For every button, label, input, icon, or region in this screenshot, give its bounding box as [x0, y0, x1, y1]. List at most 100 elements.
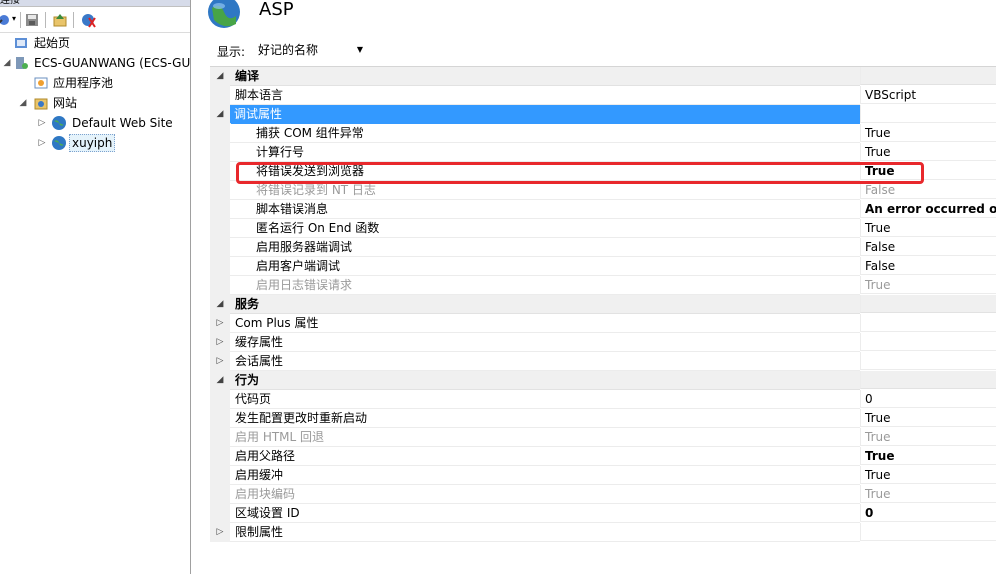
grid-property-name: 区域设置 ID: [235, 506, 300, 520]
grid-name-cell[interactable]: 启用服务器端调试: [210, 238, 860, 257]
grid-property-value[interactable]: VBScript: [860, 86, 996, 104]
grid-name-cell[interactable]: 启用 HTML 回退: [210, 428, 860, 447]
grid-group-row[interactable]: ▷ 会话属性: [210, 352, 996, 371]
grid-name-cell[interactable]: 捕获 COM 组件异常: [210, 124, 860, 143]
grid-name-cell[interactable]: 启用块编码: [210, 485, 860, 504]
grid-expander[interactable]: ◢: [210, 371, 230, 390]
server-icon: [16, 57, 28, 69]
grid-name-cell[interactable]: 脚本语言: [210, 86, 860, 105]
grid-expander: [210, 485, 230, 504]
grid-expander: [210, 390, 230, 409]
grid-name-cell[interactable]: 代码页: [210, 390, 860, 409]
grid-name-cell[interactable]: 启用缓冲: [210, 466, 860, 485]
tree-item-app-pools[interactable]: 应用程序池: [0, 74, 190, 92]
grid-property-value[interactable]: True: [860, 124, 996, 142]
grid-property-row[interactable]: 启用父路径 True: [210, 447, 996, 466]
grid-property-value[interactable]: False: [860, 257, 996, 275]
grid-expander: [210, 257, 230, 276]
tree-expander[interactable]: ▷: [37, 134, 47, 152]
save-icon[interactable]: [24, 12, 40, 28]
grid-name-cell[interactable]: ◢ 调试属性: [210, 105, 860, 124]
grid-group-row[interactable]: ▷ 缓存属性: [210, 333, 996, 352]
grid-property-value[interactable]: True: [860, 466, 996, 484]
grid-expander[interactable]: ▷: [210, 523, 230, 542]
grid-name-cell[interactable]: 匿名运行 On End 函数: [210, 219, 860, 238]
grid-group-row[interactable]: ▷ Com Plus 属性: [210, 314, 996, 333]
grid-property-row[interactable]: 代码页 0: [210, 390, 996, 409]
grid-property-row[interactable]: 计算行号 True: [210, 143, 996, 162]
grid-category-row[interactable]: ◢ 行为: [210, 371, 996, 390]
grid-property-row[interactable]: 启用缓冲 True: [210, 466, 996, 485]
grid-property-value[interactable]: An error occurred on: [860, 200, 996, 218]
tree-item-start-page[interactable]: 起始页: [0, 34, 190, 52]
grid-property-value[interactable]: 0: [860, 390, 996, 408]
grid-name-cell[interactable]: ▷ 会话属性: [210, 352, 860, 371]
grid-name-cell[interactable]: ▷ Com Plus 属性: [210, 314, 860, 333]
grid-expander[interactable]: ◢: [210, 105, 230, 124]
grid-group-row[interactable]: ▷ 限制属性: [210, 523, 996, 542]
grid-property-value[interactable]: 0: [860, 504, 996, 522]
grid-expander[interactable]: ▷: [210, 333, 230, 352]
grid-property-value[interactable]: True: [860, 143, 996, 161]
tree-item-sites[interactable]: ◢ 网站: [0, 94, 190, 112]
grid-property-value[interactable]: True: [860, 219, 996, 237]
tree-expander[interactable]: ◢: [18, 94, 28, 112]
up-level-icon[interactable]: [52, 12, 68, 28]
grid-category-row[interactable]: ◢ 编译: [210, 67, 996, 86]
grid-property-value[interactable]: True: [860, 428, 996, 446]
grid-name-cell[interactable]: 脚本错误消息: [210, 200, 860, 219]
grid-group-row[interactable]: ◢ 调试属性: [210, 105, 996, 124]
grid-property-name: 调试属性: [231, 105, 860, 124]
grid-expander[interactable]: ▷: [210, 314, 230, 333]
grid-name-cell[interactable]: ◢ 编译: [210, 67, 860, 86]
grid-property-name: 启用日志错误请求: [256, 278, 353, 292]
grid-expander[interactable]: ▷: [210, 352, 230, 371]
grid-name-cell[interactable]: 区域设置 ID: [210, 504, 860, 523]
tree-expander[interactable]: ◢: [2, 54, 12, 72]
grid-property-name: 会话属性: [235, 354, 284, 368]
grid-property-value[interactable]: True: [860, 485, 996, 503]
grid-property-row[interactable]: 启用 HTML 回退 True: [210, 428, 996, 447]
grid-property-row[interactable]: 匿名运行 On End 函数 True: [210, 219, 996, 238]
grid-expander: [210, 466, 230, 485]
display-mode-select[interactable]: 好记的名称 ▼: [250, 38, 368, 60]
grid-name-cell[interactable]: ▷ 限制属性: [210, 523, 860, 542]
grid-expander: [210, 219, 230, 238]
tree-item-xuyiph[interactable]: ▷ xuyiph: [0, 134, 190, 152]
grid-expander[interactable]: ◢: [210, 295, 230, 314]
grid-property-value[interactable]: True: [860, 447, 996, 465]
grid-name-cell[interactable]: ▷ 缓存属性: [210, 333, 860, 352]
grid-category-row[interactable]: ◢ 服务: [210, 295, 996, 314]
connect-dropdown-arrow-icon[interactable]: ▾: [12, 14, 16, 23]
grid-name-cell[interactable]: ◢ 服务: [210, 295, 860, 314]
grid-property-row[interactable]: 脚本语言 VBScript: [210, 86, 996, 105]
grid-property-row[interactable]: 发生配置更改时重新启动 True: [210, 409, 996, 428]
grid-property-row[interactable]: 捕获 COM 组件异常 True: [210, 124, 996, 143]
grid-property-row[interactable]: 启用客户端调试 False: [210, 257, 996, 276]
connect-icon[interactable]: [0, 12, 12, 28]
display-mode-value: 好记的名称: [258, 43, 319, 57]
grid-property-value[interactable]: True: [860, 276, 996, 294]
display-label: 显示:: [217, 45, 246, 59]
grid-property-row[interactable]: 启用服务器端调试 False: [210, 238, 996, 257]
grid-property-row[interactable]: 区域设置 ID 0: [210, 504, 996, 523]
grid-name-cell[interactable]: ◢ 行为: [210, 371, 860, 390]
grid-name-cell[interactable]: 启用父路径: [210, 447, 860, 466]
tree-item-default-web-site[interactable]: ▷ Default Web Site: [0, 114, 190, 132]
disconnect-icon[interactable]: [80, 12, 96, 28]
page-title: ASP: [259, 0, 294, 20]
tree-expander[interactable]: ▷: [37, 114, 47, 132]
grid-property-name: 编译: [235, 69, 260, 83]
grid-property-row[interactable]: 启用块编码 True: [210, 485, 996, 504]
grid-expander: [210, 124, 230, 143]
grid-property-row[interactable]: 脚本错误消息 An error occurred on: [210, 200, 996, 219]
grid-property-row[interactable]: 启用日志错误请求 True: [210, 276, 996, 295]
grid-name-cell[interactable]: 启用客户端调试: [210, 257, 860, 276]
grid-property-value[interactable]: True: [860, 409, 996, 427]
grid-expander[interactable]: ◢: [210, 67, 230, 86]
tree-item-server[interactable]: ◢ ECS-GUANWANG (ECS-GU: [0, 54, 191, 72]
grid-name-cell[interactable]: 计算行号: [210, 143, 860, 162]
grid-name-cell[interactable]: 发生配置更改时重新启动: [210, 409, 860, 428]
grid-property-value[interactable]: False: [860, 238, 996, 256]
grid-name-cell[interactable]: 启用日志错误请求: [210, 276, 860, 295]
